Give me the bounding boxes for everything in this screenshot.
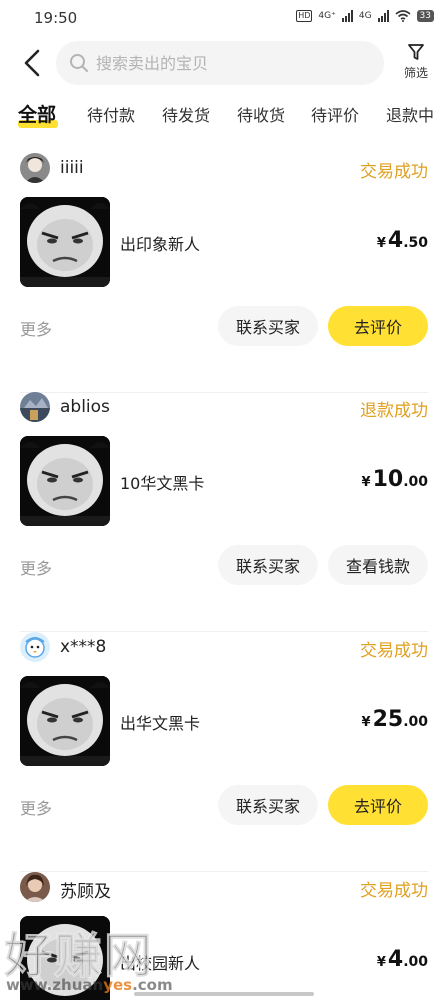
more-link[interactable]: 更多 (20, 795, 52, 819)
price-currency: ¥ (376, 236, 386, 251)
price-decimal: .00 (403, 714, 428, 730)
item-price: ¥ 25 .00 (362, 707, 428, 732)
contact-buyer-button[interactable]: 联系买家 (218, 306, 318, 346)
buyer-name[interactable]: iiiii (60, 158, 84, 178)
price-decimal: .50 (403, 235, 428, 251)
battery-icon: 33 (416, 10, 434, 22)
status-time: 19:50 (34, 9, 78, 27)
wifi-icon (395, 10, 411, 22)
item-thumbnail[interactable] (20, 197, 110, 287)
watermark-url-pre: www.zhuan (6, 976, 104, 994)
tab-pending-receipt[interactable]: 待收货 (237, 102, 285, 126)
filter-icon (408, 44, 424, 60)
contact-buyer-button[interactable]: 联系买家 (218, 545, 318, 585)
avatar[interactable] (20, 392, 50, 422)
back-arrow-icon (24, 49, 40, 77)
hd-icon: HD (296, 10, 313, 22)
tab-pending-payment[interactable]: 待付款 (87, 102, 135, 126)
filter-label: 筛选 (403, 66, 428, 80)
signal-icon-2 (377, 10, 389, 22)
price-integer: 4 (387, 228, 404, 253)
price-currency: ¥ (361, 715, 371, 730)
item-price: ¥ 10 .00 (362, 467, 428, 492)
tab-pending-review[interactable]: 待评价 (311, 102, 359, 126)
tab-refunding[interactable]: 退款中 (386, 102, 434, 126)
item-thumbnail[interactable] (20, 676, 110, 766)
order-tabs: 全部 待付款 待发货 待收货 待评价 退款中 (0, 96, 448, 132)
item-title[interactable]: 出印象新人 (120, 231, 200, 255)
signal-icon (341, 10, 353, 22)
buyer-name[interactable]: x***8 (60, 637, 106, 657)
filter-button[interactable]: 筛选 (398, 42, 434, 86)
price-integer: 4 (387, 947, 404, 972)
header: 筛选 (0, 38, 448, 88)
price-integer: 10 (372, 467, 404, 492)
status-bar: 19:50 HD 4G⁺ 4G 33 (0, 0, 448, 36)
order-status: 交易成功 (360, 641, 428, 661)
avatar[interactable] (20, 153, 50, 183)
review-button[interactable]: 去评价 (328, 306, 428, 346)
contact-buyer-button[interactable]: 联系买家 (218, 785, 318, 825)
watermark: 好赚网 www.zhuanyes.com (2, 916, 242, 1000)
status-icons: HD 4G⁺ 4G 33 (296, 10, 434, 22)
item-price: ¥ 4 .50 (377, 228, 428, 253)
price-currency: ¥ (361, 475, 371, 490)
item-price: ¥ 4 .00 (377, 947, 428, 972)
order-card: x***8 交易成功 出华文黑卡 ¥ 25 .00 更多 联系买家 去评价 (0, 632, 448, 872)
order-card: iiiii 交易成功 出印象新人 ¥ 4 .50 更多 联系买家 去评价 (0, 153, 448, 393)
order-status: 退款成功 (360, 401, 428, 421)
home-indicator[interactable] (134, 992, 314, 996)
price-currency: ¥ (376, 955, 386, 970)
price-decimal: .00 (403, 474, 428, 490)
review-button[interactable]: 去评价 (328, 785, 428, 825)
net-label-2: 4G (358, 11, 372, 21)
watermark-url-accent: yes (103, 976, 133, 994)
price-decimal: .00 (403, 954, 428, 970)
tab-pending-shipment[interactable]: 待发货 (162, 102, 210, 126)
order-card: ablios 退款成功 10华文黑卡 ¥ 10 .00 更多 联系买家 查看钱款 (0, 392, 448, 632)
item-title[interactable]: 10华文黑卡 (120, 470, 204, 494)
order-status: 交易成功 (360, 881, 428, 901)
avatar[interactable] (20, 632, 50, 662)
back-button[interactable] (16, 46, 48, 80)
order-status: 交易成功 (360, 162, 428, 182)
item-thumbnail[interactable] (20, 436, 110, 526)
tab-all[interactable]: 全部 (18, 100, 56, 127)
buyer-name[interactable]: ablios (60, 397, 110, 417)
buyer-name[interactable]: 苏顾及 (60, 877, 111, 902)
price-integer: 25 (372, 707, 404, 732)
search-input[interactable] (96, 53, 346, 73)
avatar[interactable] (20, 872, 50, 902)
more-link[interactable]: 更多 (20, 555, 52, 579)
view-funds-button[interactable]: 查看钱款 (328, 545, 428, 585)
more-link[interactable]: 更多 (20, 316, 52, 340)
item-title[interactable]: 出华文黑卡 (120, 710, 200, 734)
search-icon (68, 52, 90, 74)
search-box[interactable] (56, 41, 384, 85)
net-label-1: 4G⁺ (318, 11, 336, 21)
